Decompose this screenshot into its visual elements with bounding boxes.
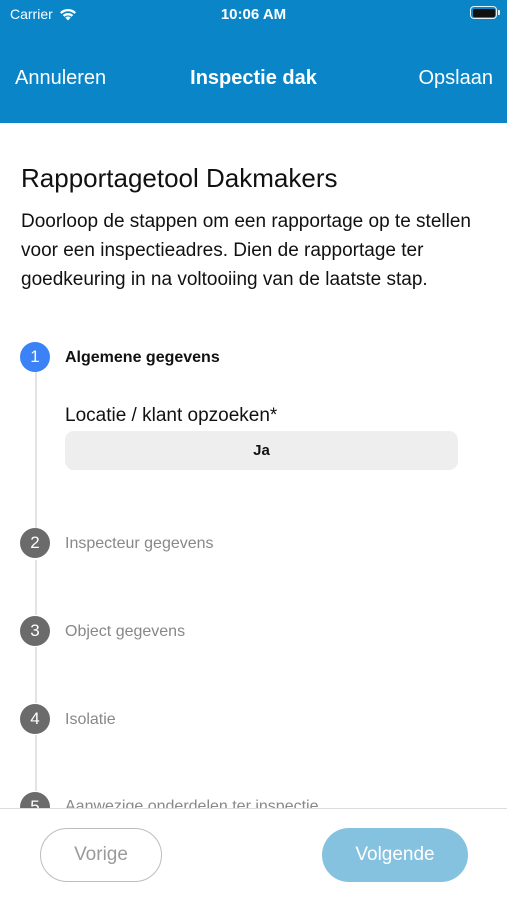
save-button[interactable]: Opslaan [419, 67, 494, 90]
location-search-button[interactable]: Ja [65, 431, 458, 470]
previous-button[interactable]: Vorige [40, 828, 162, 882]
next-button[interactable]: Volgende [322, 828, 468, 882]
step-4-indicator[interactable]: 4 [20, 704, 50, 734]
step-3-label[interactable]: Object gegevens [65, 623, 185, 641]
step-4-label[interactable]: Isolatie [65, 711, 116, 729]
step-1-indicator[interactable]: 1 [20, 342, 50, 372]
location-search-label: Locatie / klant opzoeken* [65, 405, 278, 426]
step-connector [35, 647, 37, 703]
step-connector [35, 735, 37, 791]
step-2-indicator[interactable]: 2 [20, 528, 50, 558]
step-1-label[interactable]: Algemene gegevens [65, 349, 220, 367]
status-time: 10:06 AM [220, 6, 287, 23]
step-3-indicator[interactable]: 3 [20, 616, 50, 646]
battery-icon [470, 6, 500, 19]
intro-title: Rapportagetool Dakmakers [21, 163, 338, 193]
status-bar: Carrier 10:06 AM [0, 0, 507, 30]
step-2-label[interactable]: Inspecteur gegevens [65, 535, 214, 553]
step-connector [35, 372, 37, 528]
step-connector [35, 560, 37, 615]
app-header: Carrier 10:06 AM Annuleren Inspectie dak… [0, 0, 507, 123]
intro-text: Doorloop de stappen om een rapportage op… [21, 211, 471, 290]
footer-bar: Vorige Volgende [0, 808, 507, 900]
